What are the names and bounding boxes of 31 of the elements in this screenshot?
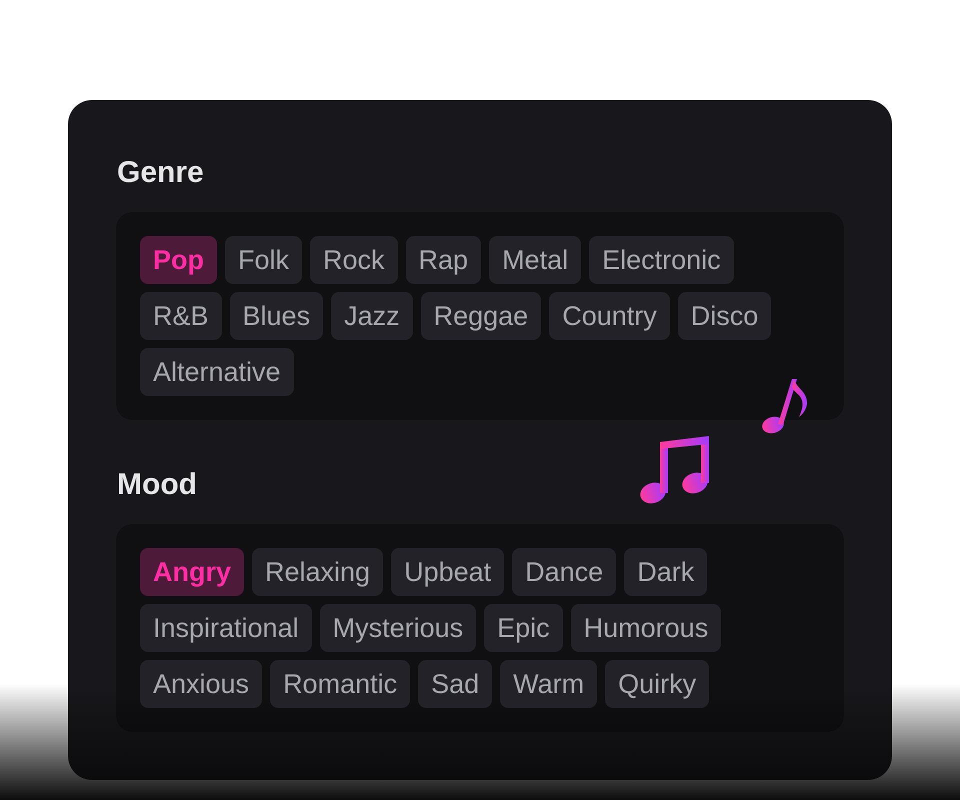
section-title: Mood <box>117 467 197 503</box>
tag-button[interactable]: Epic <box>484 604 563 652</box>
tag-button[interactable]: Dark <box>624 548 708 596</box>
tag-button[interactable]: Blues <box>230 292 324 340</box>
tag-button[interactable]: Warm <box>500 660 598 708</box>
tag-button[interactable]: Humorous <box>570 604 722 652</box>
tag-button[interactable]: Country <box>549 292 670 340</box>
tag-button[interactable]: R&B <box>140 292 222 340</box>
tag-button[interactable]: Rock <box>310 236 398 284</box>
tag-button[interactable]: Jazz <box>331 292 413 340</box>
tag-button[interactable]: Anxious <box>140 660 262 708</box>
tag-button[interactable]: Alternative <box>140 348 294 396</box>
section-title: Genre <box>117 155 204 191</box>
tag-button[interactable]: Angry <box>140 548 244 596</box>
tag-button[interactable]: Folk <box>225 236 302 284</box>
tag-button[interactable]: Romantic <box>270 660 410 708</box>
tag-button[interactable]: Sad <box>418 660 492 708</box>
beamed-notes-icon <box>640 436 710 504</box>
tag-button[interactable]: Metal <box>489 236 582 284</box>
tag-button[interactable]: Dance <box>512 548 616 596</box>
tag-button[interactable]: Upbeat <box>391 548 504 596</box>
tag-button[interactable]: Quirky <box>605 660 710 708</box>
tag-button[interactable]: Relaxing <box>252 548 384 596</box>
tag-button[interactable]: Mysterious <box>320 604 476 652</box>
tag-button[interactable]: Pop <box>140 236 217 284</box>
tag-button[interactable]: Disco <box>678 292 772 340</box>
eighth-note-icon <box>762 378 808 434</box>
tag-button[interactable]: Reggae <box>420 292 542 340</box>
tag-button[interactable]: Electronic <box>589 236 734 284</box>
tag-button[interactable]: Rap <box>406 236 482 284</box>
tag-button[interactable]: Inspirational <box>140 604 312 652</box>
